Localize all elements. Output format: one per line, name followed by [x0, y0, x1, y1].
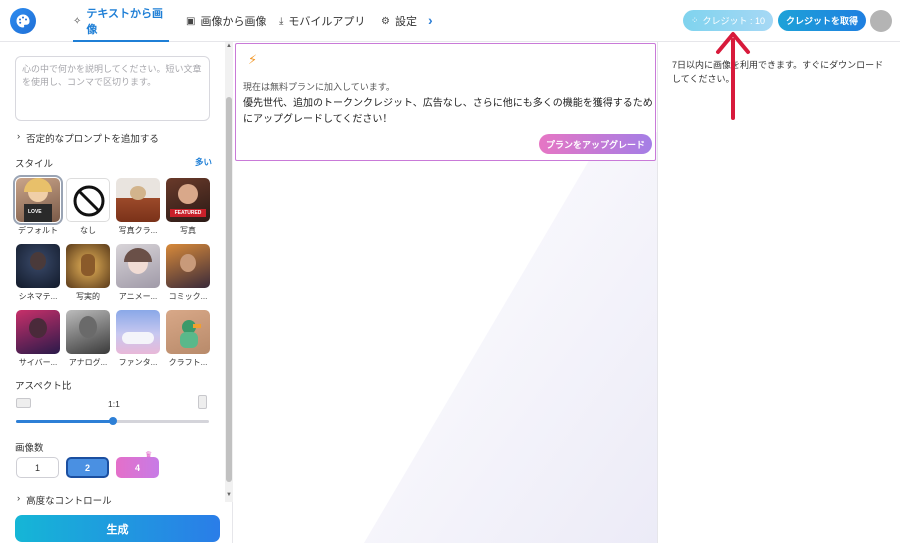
scroll-up-icon[interactable]: ▲	[226, 43, 232, 49]
style-photo[interactable]: FEATURED 写真	[166, 178, 210, 236]
style-realistic[interactable]: 写実的	[66, 244, 110, 302]
style-thumbnail	[66, 310, 110, 354]
tab-label: テキストから画像	[86, 8, 164, 36]
scroll-down-icon[interactable]: ▼	[226, 492, 232, 498]
aspect-ratio-slider[interactable]	[16, 417, 209, 425]
prohibited-icon	[73, 185, 105, 217]
landscape-ratio-icon	[16, 398, 31, 408]
download-icon: ⤓	[279, 15, 284, 27]
tab-settings[interactable]: ⚙ 設定	[381, 0, 417, 42]
tab-label: 設定	[394, 16, 417, 28]
style-thumbnail	[166, 244, 210, 288]
style-thumbnail	[66, 178, 110, 222]
slider-handle[interactable]	[108, 417, 117, 425]
negative-prompt-label: 否定的なプロンプトを追加する	[26, 134, 159, 145]
style-name: アナログ...	[68, 358, 108, 367]
upgrade-banner: ⚡ 現在は無料プランに加入しています。 優先世代、追加のトークンクレジット、広告…	[235, 43, 656, 161]
style-name: 写真	[180, 226, 196, 235]
style-cyberpunk[interactable]: サイバー...	[16, 310, 60, 368]
chevron-right-icon: ›	[17, 131, 21, 142]
logo-palette-icon[interactable]	[10, 8, 36, 34]
right-panel: 7日以内に画像を利用できます。すぐにダウンロードしてください。	[657, 42, 900, 543]
style-name: ファンタ...	[118, 358, 158, 367]
generate-button[interactable]: 生成	[15, 515, 220, 542]
generate-label: 生成	[106, 523, 129, 536]
advanced-controls-label: 高度なコントロール	[26, 496, 112, 507]
credit-balance-button[interactable]: ⁘ クレジット : 10	[683, 10, 773, 31]
style-thumbnail	[116, 244, 160, 288]
style-anime[interactable]: アニメー...	[116, 244, 160, 302]
image-icon: ▣	[186, 15, 196, 27]
crown-icon: ♛	[145, 450, 153, 459]
style-thumbnail	[116, 310, 160, 354]
style-thumbnail: LOVE	[13, 175, 63, 225]
tab-image-to-image[interactable]: ▣ 画像から画像	[186, 0, 266, 42]
style-photo-classic[interactable]: 写真クラ...	[116, 178, 160, 236]
image-count-heading: 画像数	[15, 443, 44, 454]
style-analog[interactable]: アナログ...	[66, 310, 110, 368]
upgrade-plan-label: プランをアップグレード	[545, 139, 645, 150]
count-option-4[interactable]: 4	[116, 457, 159, 478]
style-craft[interactable]: クラフト...	[166, 310, 210, 368]
style-name: アニメー...	[118, 292, 158, 301]
thumbnail-text: FEATURED	[170, 209, 206, 217]
get-credit-label: クレジットを取得	[785, 16, 858, 26]
style-thumbnail	[66, 244, 110, 288]
gear-icon: ⚙	[381, 15, 390, 27]
avatar[interactable]	[870, 10, 892, 32]
chevron-right-icon: ›	[17, 493, 21, 504]
count-option-1[interactable]: 1	[16, 457, 59, 478]
style-name: 写真クラ...	[118, 226, 158, 235]
coin-icon: ⁘	[690, 15, 699, 25]
upgrade-benefit-text: 優先世代、追加のトークンクレジット、広告なし、さらに他にも多くの機能を獲得するた…	[243, 98, 653, 125]
style-name: シネマテ...	[18, 292, 58, 301]
tab-label: 画像から画像	[200, 16, 267, 28]
credit-label: クレジット : 10	[702, 16, 766, 26]
get-credit-button[interactable]: クレジットを取得	[778, 10, 866, 31]
advanced-controls-toggle[interactable]: › 高度なコントロール	[17, 493, 112, 507]
upgrade-plan-button[interactable]: プランをアップグレード	[539, 134, 652, 154]
style-name: なし	[80, 226, 96, 235]
left-panel: › 否定的なプロンプトを追加する スタイル 多い LOVE デフォルト なし	[0, 42, 233, 543]
more-styles-link[interactable]: 多い	[195, 156, 212, 168]
tab-label: モバイルアプリ	[288, 16, 366, 28]
style-heading: スタイル	[15, 159, 54, 170]
tab-text-to-image[interactable]: ✧ テキストから画像	[73, 0, 169, 42]
style-fantasy[interactable]: ファンタ...	[116, 310, 160, 368]
style-thumbnail: FEATURED	[166, 178, 210, 222]
lightning-icon: ⚡	[248, 52, 258, 67]
chevron-right-icon[interactable]: ›	[428, 12, 433, 28]
style-cinematic[interactable]: シネマテ...	[16, 244, 60, 302]
portrait-ratio-icon	[198, 395, 207, 409]
thumbnail-text: LOVE	[28, 209, 42, 215]
style-default[interactable]: LOVE デフォルト	[13, 175, 63, 236]
canvas-area: ⚡ 現在は無料プランに加入しています。 優先世代、追加のトークンクレジット、広告…	[234, 42, 657, 543]
prompt-input[interactable]	[15, 56, 210, 121]
slider-fill	[16, 420, 113, 423]
style-name: サイバー...	[18, 358, 58, 367]
style-comic[interactable]: コミック...	[166, 244, 210, 302]
retention-notice: 7日以内に画像を利用できます。すぐにダウンロードしてください。	[672, 60, 884, 84]
aspect-ratio-value: 1:1	[108, 399, 120, 409]
left-panel-scrollbar[interactable]: ▲ ▼	[225, 42, 233, 502]
style-name: 写実的	[76, 292, 100, 301]
style-thumbnail	[166, 310, 210, 354]
style-thumbnail	[16, 244, 60, 288]
style-name: デフォルト	[18, 226, 58, 235]
current-plan-text: 現在は無料プランに加入しています。	[243, 82, 395, 92]
style-name: コミック...	[168, 292, 208, 301]
style-thumbnail	[116, 178, 160, 222]
scroll-thumb[interactable]	[226, 97, 232, 482]
top-bar: ✧ テキストから画像 ▣ 画像から画像 ⤓ モバイルアプリ ⚙ 設定 › ⁘ ク…	[0, 0, 900, 42]
wand-icon: ✧	[73, 15, 82, 27]
style-none[interactable]: なし	[66, 178, 110, 236]
style-thumbnail	[16, 310, 60, 354]
tab-mobile-app[interactable]: ⤓ モバイルアプリ	[279, 0, 365, 42]
negative-prompt-toggle[interactable]: › 否定的なプロンプトを追加する	[17, 131, 159, 145]
count-option-2[interactable]: 2	[66, 457, 109, 478]
style-name: クラフト...	[168, 358, 208, 367]
aspect-ratio-heading: アスペクト比	[15, 381, 72, 392]
